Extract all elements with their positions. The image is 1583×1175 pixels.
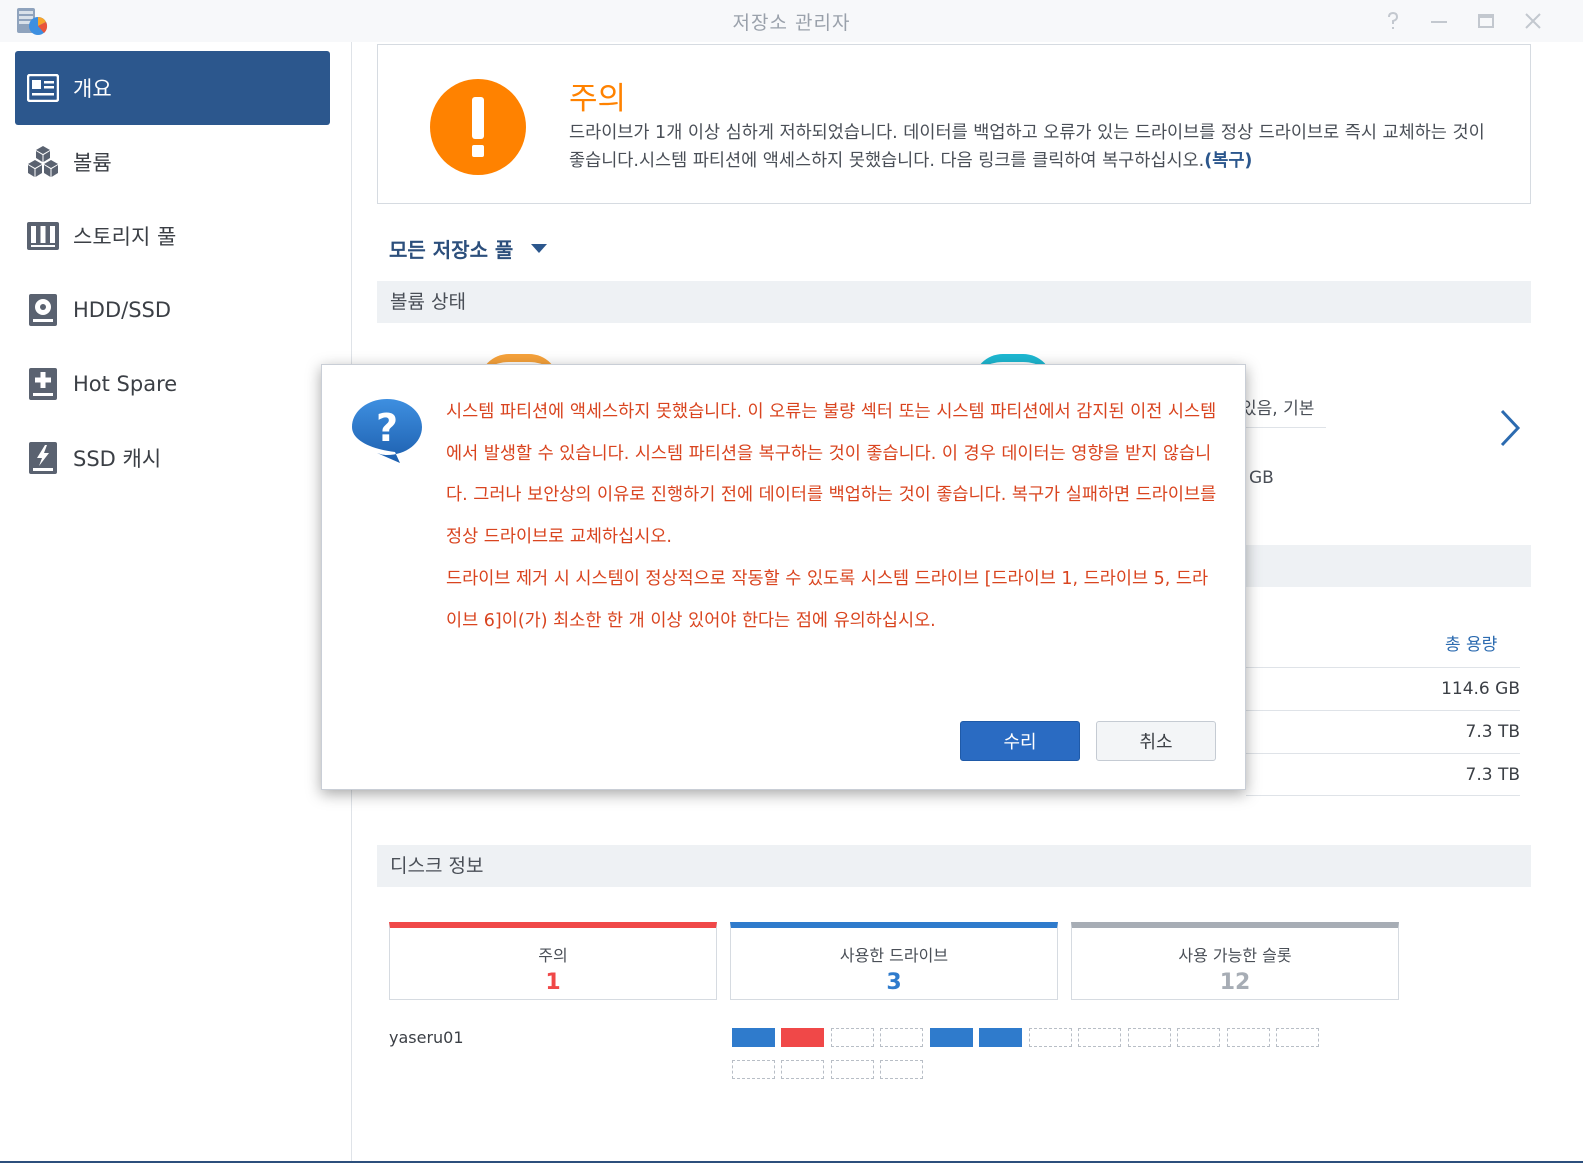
- total-capacity-header: 총 용량: [1445, 635, 1498, 655]
- drive-slot-2[interactable]: [781, 1028, 824, 1047]
- title-bar: 저장소 관리자: [0, 0, 1583, 42]
- sidebar-item-label: 개요: [73, 77, 112, 101]
- drive-slot-7[interactable]: [1029, 1028, 1072, 1047]
- sidebar-item-overview[interactable]: 개요: [15, 51, 330, 125]
- storage-pool-selector[interactable]: 모든 저장소 풀: [389, 234, 548, 263]
- health-alert-panel: 주의 드라이브가 1개 이상 심하게 저하되었습니다. 데이터를 백업하고 오류…: [377, 44, 1531, 204]
- window-title: 저장소 관리자: [732, 12, 851, 34]
- alert-title: 주의: [569, 81, 627, 117]
- drive-slot-4[interactable]: [880, 1028, 923, 1047]
- used-drives-card[interactable]: 사용한 드라이브 3: [730, 922, 1058, 1000]
- sidebar-item-volume[interactable]: 볼륨: [15, 125, 330, 199]
- drive-slot-15[interactable]: [831, 1060, 874, 1079]
- disk-info-header: 디스크 정보: [377, 845, 1531, 887]
- drive-slot-11[interactable]: [1227, 1028, 1270, 1047]
- card-label: 사용 가능한 슬롯: [1178, 946, 1292, 965]
- available-slots-card[interactable]: 사용 가능한 슬롯 12: [1071, 922, 1399, 1000]
- svg-text:?: ?: [376, 406, 398, 450]
- repair-link[interactable]: (복구): [1204, 151, 1252, 171]
- repair-system-partition-dialog: ? 시스템 파티션에 액세스하지 못했습니다. 이 오류는 불량 섹터 또는 시…: [321, 364, 1246, 790]
- hot-spare-icon: [25, 366, 61, 402]
- sidebar-item-hot-spare[interactable]: Hot Spare: [15, 347, 330, 421]
- volume-size-text: GB: [1249, 468, 1274, 488]
- sidebar-item-hdd-ssd[interactable]: HDD/SSD: [15, 273, 330, 347]
- capacity-value: 114.6 GB: [1441, 679, 1520, 699]
- bottom-border: [0, 1161, 1583, 1175]
- help-icon[interactable]: [1379, 8, 1407, 34]
- alert-message-text: 드라이브가 1개 이상 심하게 저하되었습니다. 데이터를 백업하고 오류가 있…: [569, 123, 1485, 171]
- volume-cubes-icon: [25, 144, 61, 180]
- sidebar-item-ssd-cache[interactable]: SSD 캐시: [15, 421, 330, 495]
- drive-slot-13[interactable]: [732, 1060, 775, 1079]
- caret-down-icon: [531, 244, 548, 253]
- ssd-cache-icon: [25, 440, 61, 476]
- divider: [1246, 667, 1520, 668]
- minimize-icon[interactable]: [1425, 8, 1453, 34]
- warning-exclamation-icon: [430, 79, 526, 175]
- drive-slot-12[interactable]: [1276, 1028, 1319, 1047]
- warning-drives-card[interactable]: 주의 1: [389, 922, 717, 1000]
- storage-pool-icon: [25, 218, 61, 254]
- capacity-value: 7.3 TB: [1465, 765, 1521, 785]
- volume-status-text: 있음, 기본: [1241, 399, 1315, 419]
- drive-slot-9[interactable]: [1128, 1028, 1171, 1047]
- question-icon: ?: [352, 399, 422, 463]
- sidebar-item-label: Hot Spare: [73, 372, 178, 396]
- cancel-button[interactable]: 취소: [1096, 721, 1216, 761]
- alert-message: 드라이브가 1개 이상 심하게 저하되었습니다. 데이터를 백업하고 오류가 있…: [569, 119, 1499, 175]
- chevron-right-icon[interactable]: [1499, 408, 1521, 448]
- storage-pool-selector-label: 모든 저장소 풀: [389, 238, 514, 262]
- drive-slot-1[interactable]: [732, 1028, 775, 1047]
- repair-button[interactable]: 수리: [960, 721, 1080, 761]
- sidebar-item-storage-pool[interactable]: 스토리지 풀: [15, 199, 330, 273]
- host-name: yaseru01: [389, 1028, 464, 1047]
- dialog-message-paragraph: 시스템 파티션에 액세스하지 못했습니다. 이 오류는 불량 섹터 또는 시스템…: [446, 402, 1217, 548]
- card-value: 1: [545, 970, 561, 995]
- sidebar-item-label: 스토리지 풀: [73, 225, 177, 249]
- dialog-message: 시스템 파티션에 액세스하지 못했습니다. 이 오류는 불량 섹터 또는 시스템…: [446, 392, 1218, 642]
- drive-slot-10[interactable]: [1177, 1028, 1220, 1047]
- card-label: 주의: [538, 946, 568, 965]
- dialog-message-paragraph: 드라이브 제거 시 시스템이 정상적으로 작동할 수 있도록 시스템 드라이브 …: [446, 568, 1209, 631]
- drive-slot-14[interactable]: [781, 1060, 824, 1079]
- overview-icon: [25, 70, 61, 106]
- drive-slot-3[interactable]: [831, 1028, 874, 1047]
- maximize-icon[interactable]: [1472, 8, 1500, 34]
- divider: [1246, 427, 1326, 428]
- hdd-icon: [25, 292, 61, 328]
- card-value: 12: [1219, 970, 1251, 995]
- sidebar-item-label: HDD/SSD: [73, 298, 172, 322]
- card-value: 3: [886, 970, 902, 995]
- drive-slot-6[interactable]: [979, 1028, 1022, 1047]
- sidebar-item-label: SSD 캐시: [73, 447, 162, 471]
- divider: [1246, 710, 1520, 711]
- sidebar: 개요 볼륨 스토리지 풀 HDD/SSD Hot Spare SSD 캐시: [0, 42, 352, 1175]
- drive-slot-5[interactable]: [930, 1028, 973, 1047]
- card-label: 사용한 드라이브: [839, 946, 949, 965]
- drive-slot-16[interactable]: [880, 1060, 923, 1079]
- sidebar-item-label: 볼륨: [73, 151, 112, 175]
- drive-slot-8[interactable]: [1078, 1028, 1121, 1047]
- divider: [1246, 795, 1520, 796]
- divider: [1246, 753, 1520, 754]
- close-icon[interactable]: [1519, 8, 1547, 34]
- capacity-value: 7.3 TB: [1465, 722, 1521, 742]
- volume-status-header: 볼륨 상태: [377, 281, 1531, 323]
